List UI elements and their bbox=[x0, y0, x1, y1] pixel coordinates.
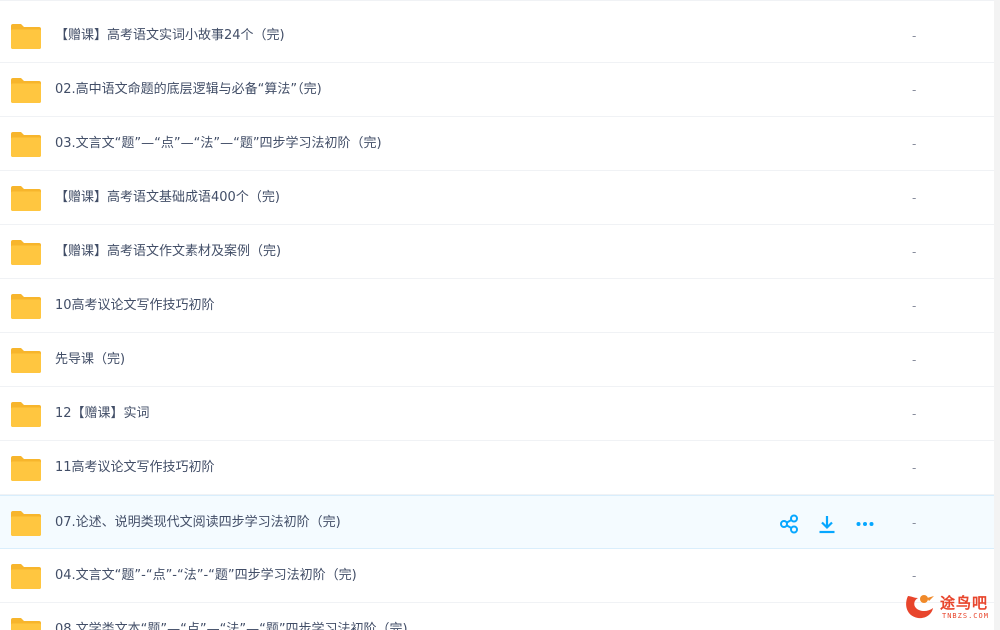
folder-icon bbox=[10, 346, 42, 374]
scrollbar[interactable] bbox=[994, 0, 1000, 630]
folder-icon bbox=[10, 454, 42, 482]
file-row[interactable]: 07.论述、说明类现代文阅读四步学习法初阶（完) - bbox=[0, 495, 994, 549]
share-icon bbox=[780, 514, 798, 534]
file-name[interactable]: 02.高中语文命题的底层逻辑与必备“算法”（完) bbox=[55, 63, 322, 117]
watermark-text: 途鸟吧 bbox=[940, 594, 989, 612]
folder-icon bbox=[10, 130, 42, 158]
file-size: - bbox=[912, 353, 917, 367]
file-size: - bbox=[912, 245, 917, 259]
folder-icon bbox=[10, 562, 42, 590]
file-row[interactable]: 08.文学类文本“题”—“点”—“法”—“题”四步学习法初阶（完) - bbox=[0, 603, 994, 630]
watermark-subtext: TNBZS.COM bbox=[942, 612, 989, 620]
bird-logo-icon bbox=[906, 595, 934, 619]
file-row[interactable]: 【赠课】高考语文基础成语400个（完) - bbox=[0, 171, 994, 225]
file-row[interactable]: 04.文言文“题”-“点”-“法”-“题”四步学习法初阶（完) - bbox=[0, 549, 994, 603]
watermark-logo: 途鸟吧 TNBZS.COM bbox=[902, 590, 996, 626]
file-size: - bbox=[912, 137, 917, 151]
file-row[interactable]: 03.文言文“题”—“点”—“法”—“题”四步学习法初阶（完) - bbox=[0, 117, 994, 171]
file-row[interactable]: 【赠课】高考语文实词小故事24个（完) - bbox=[0, 9, 994, 63]
folder-icon bbox=[10, 22, 42, 50]
folder-icon bbox=[10, 400, 42, 428]
file-size: - bbox=[912, 407, 917, 421]
file-list: 【赠课】高考语文实词小故事24个（完) -02.高中语文命题的底层逻辑与必备“算法… bbox=[0, 0, 994, 630]
file-size: - bbox=[912, 299, 917, 313]
file-name[interactable]: 03.文言文“题”—“点”—“法”—“题”四步学习法初阶（完) bbox=[55, 117, 382, 171]
file-size: - bbox=[912, 191, 917, 205]
file-name[interactable]: 先导课（完) bbox=[55, 333, 125, 387]
file-size: - bbox=[912, 29, 917, 43]
folder-icon bbox=[10, 509, 42, 537]
file-row[interactable]: 先导课（完) - bbox=[0, 333, 994, 387]
folder-icon bbox=[10, 238, 42, 266]
file-name[interactable]: 10高考议论文写作技巧初阶 bbox=[55, 279, 215, 333]
file-name[interactable]: 【赠课】高考语文作文素材及案例（完) bbox=[55, 225, 281, 279]
file-size: - bbox=[912, 516, 917, 530]
folder-icon bbox=[10, 184, 42, 212]
file-name[interactable]: 12【赠课】实词 bbox=[55, 387, 150, 441]
file-row[interactable]: 02.高中语文命题的底层逻辑与必备“算法”（完) - bbox=[0, 63, 994, 117]
file-name[interactable]: 【赠课】高考语文实词小故事24个（完) bbox=[55, 9, 285, 63]
file-name[interactable]: 【赠课】高考语文基础成语400个（完) bbox=[55, 171, 280, 225]
file-size: - bbox=[912, 461, 917, 475]
file-row[interactable]: 【赠课】高考语文作文素材及案例（完) - bbox=[0, 225, 994, 279]
row-actions bbox=[778, 513, 892, 535]
file-row[interactable]: 10高考议论文写作技巧初阶 - bbox=[0, 279, 994, 333]
download-icon bbox=[819, 516, 835, 534]
file-name[interactable]: 11高考议论文写作技巧初阶 bbox=[55, 441, 215, 495]
file-row[interactable]: 11高考议论文写作技巧初阶 - bbox=[0, 441, 994, 495]
file-row[interactable]: 12【赠课】实词 - bbox=[0, 387, 994, 441]
file-name[interactable]: 08.文学类文本“题”—“点”—“法”—“题”四步学习法初阶（完) bbox=[55, 603, 408, 630]
more-icon bbox=[856, 522, 874, 526]
file-size: - bbox=[912, 83, 917, 97]
folder-icon bbox=[10, 616, 42, 630]
folder-icon bbox=[10, 76, 42, 104]
file-name[interactable]: 07.论述、说明类现代文阅读四步学习法初阶（完) bbox=[55, 496, 341, 550]
share-button[interactable] bbox=[778, 513, 800, 535]
download-button[interactable] bbox=[816, 513, 838, 535]
folder-icon bbox=[10, 292, 42, 320]
file-name[interactable]: 04.文言文“题”-“点”-“法”-“题”四步学习法初阶（完) bbox=[55, 549, 357, 603]
more-button[interactable] bbox=[854, 513, 876, 535]
